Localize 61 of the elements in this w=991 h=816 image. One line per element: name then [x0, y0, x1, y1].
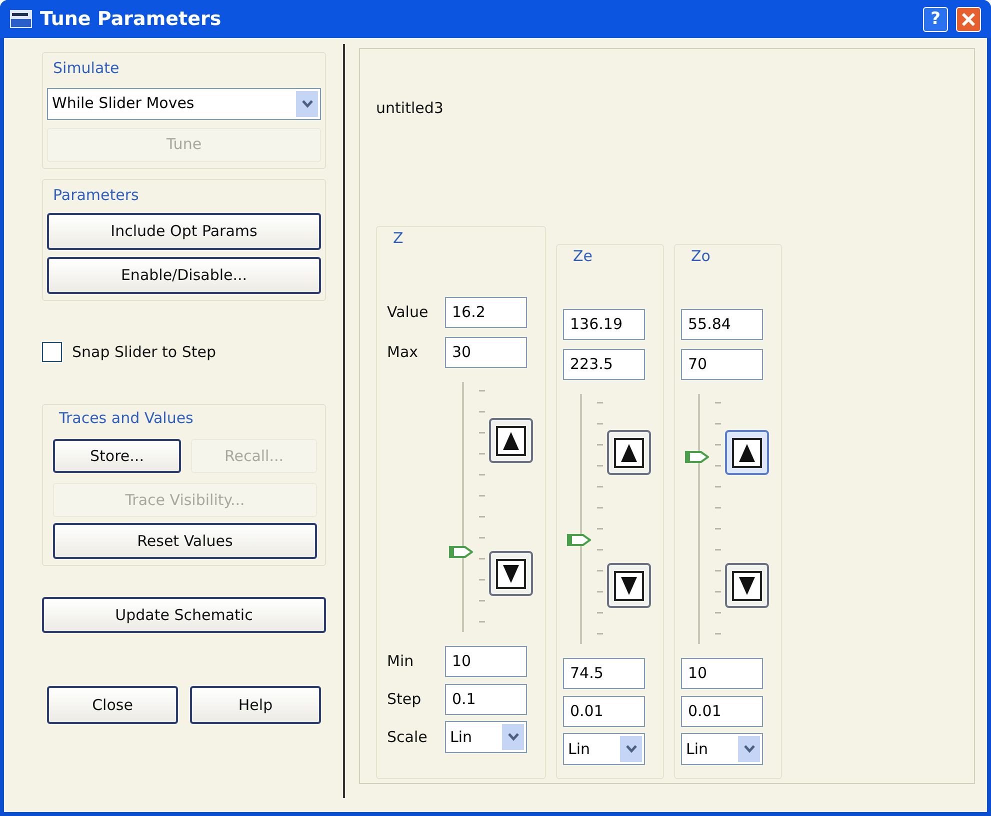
number-field[interactable]: 0.01	[681, 696, 763, 727]
number-field[interactable]: 16.2	[445, 297, 527, 328]
parameter-name: Zo	[690, 246, 712, 266]
parameter-name: Ze	[572, 246, 594, 266]
triangle-up-icon	[614, 438, 644, 468]
design-name: untitled3	[376, 98, 444, 119]
help-button[interactable]: ?	[923, 6, 948, 32]
field-label: Scale	[386, 726, 428, 748]
number-field[interactable]: 223.5	[563, 349, 645, 380]
decrease-button[interactable]	[725, 563, 769, 608]
button[interactable]: Close	[47, 686, 178, 724]
parameter-name: Z	[392, 228, 404, 248]
slider-thumb[interactable]	[449, 546, 473, 558]
number-field[interactable]: 0.01	[563, 696, 645, 727]
button[interactable]: Help	[190, 686, 321, 724]
close-button[interactable]	[956, 6, 981, 32]
field-label: Step	[386, 689, 422, 710]
number-field[interactable]: 10	[681, 658, 763, 689]
decrease-button[interactable]	[489, 551, 533, 596]
checkbox-label: Snap Slider to Step	[72, 342, 216, 363]
chevron-down-icon	[626, 745, 636, 753]
number-field[interactable]: 55.84	[681, 309, 763, 340]
field-label: Min	[386, 651, 415, 672]
scale-dropdown[interactable]: Lin	[681, 733, 763, 765]
slider-thumb[interactable]	[567, 534, 591, 546]
button[interactable]: Include Opt Params	[47, 213, 321, 250]
field-label: Value	[386, 302, 430, 324]
triangle-up-icon	[496, 426, 526, 456]
app-icon	[10, 10, 32, 28]
button[interactable]: Reset Values	[53, 523, 317, 559]
chevron-down-icon	[744, 745, 754, 753]
mode-dropdown[interactable]: While Slider Moves	[47, 88, 321, 120]
field-label: Max	[386, 342, 420, 364]
triangle-down-icon	[614, 570, 644, 600]
group-label: Simulate	[52, 58, 120, 79]
number-field[interactable]: 70	[681, 349, 763, 380]
button[interactable]: Store...	[53, 439, 181, 473]
slider-thumb[interactable]	[685, 451, 709, 464]
number-field[interactable]: 10	[445, 646, 527, 677]
snap-checkbox[interactable]	[42, 342, 62, 362]
decrease-button[interactable]	[607, 563, 651, 608]
increase-button[interactable]	[607, 430, 651, 475]
triangle-down-icon	[732, 570, 762, 600]
chevron-down-icon	[508, 733, 518, 741]
window-title: Tune Parameters	[40, 6, 222, 32]
triangle-up-icon	[732, 438, 762, 468]
number-field[interactable]: 0.1	[445, 684, 527, 715]
number-field[interactable]: 136.19	[563, 309, 645, 340]
scale-dropdown[interactable]: Lin	[445, 721, 527, 753]
group-label: Parameters	[52, 184, 140, 206]
increase-button[interactable]	[489, 418, 533, 463]
chevron-down-icon	[302, 100, 312, 108]
number-field[interactable]: 30	[445, 337, 527, 368]
button[interactable]: Update Schematic	[42, 597, 326, 633]
triangle-down-icon	[496, 558, 526, 588]
close-icon	[962, 12, 975, 26]
button[interactable]: Enable/Disable...	[47, 257, 321, 294]
group-label: Traces and Values	[58, 408, 194, 428]
scale-dropdown[interactable]: Lin	[563, 733, 645, 765]
number-field[interactable]: 74.5	[563, 658, 645, 689]
increase-button[interactable]	[725, 430, 769, 475]
